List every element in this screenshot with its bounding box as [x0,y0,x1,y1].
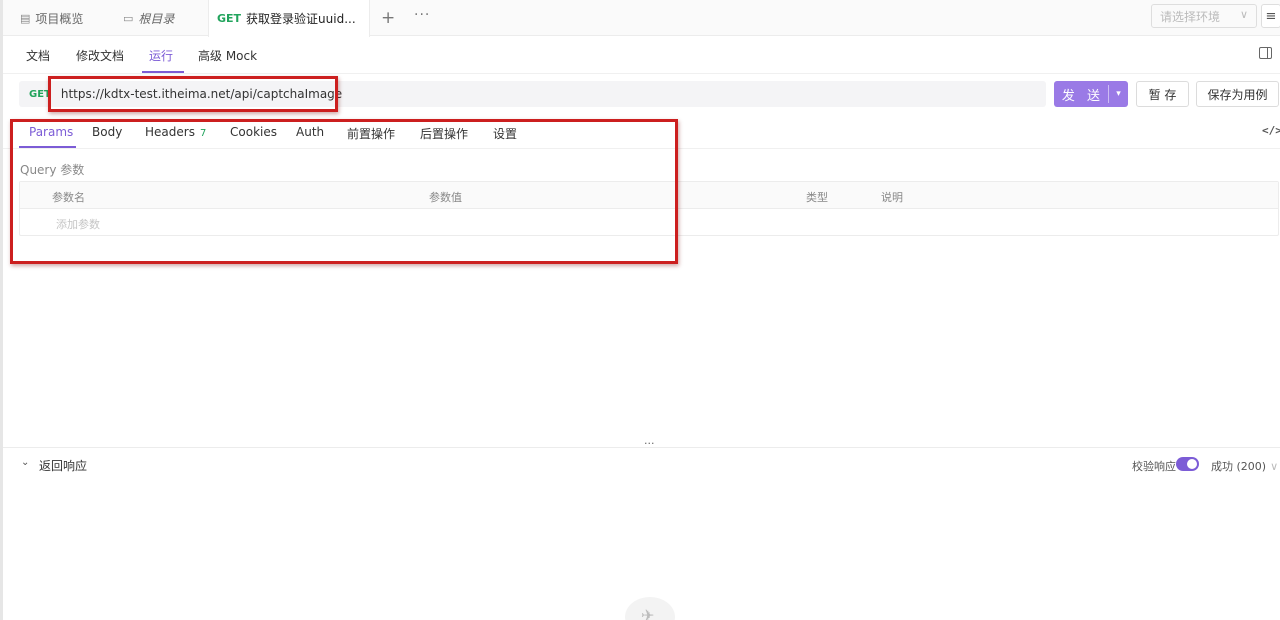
panel-layout-icon[interactable] [1259,47,1272,59]
verify-response-label: 校验响应 [1132,460,1176,473]
save-temp-button[interactable]: 暂 存 [1136,81,1189,107]
subnav-edit-docs[interactable]: 修改文档 [76,47,124,64]
environment-select[interactable]: 请选择环境 ∨ [1151,4,1257,28]
response-title[interactable]: 返回响应 [39,457,87,474]
menu-icon[interactable]: ≡ [1261,4,1280,28]
column-type: 类型 [806,191,828,204]
panel-splitter[interactable] [3,447,1280,448]
chevron-down-icon: ∨ [1239,8,1248,21]
verify-response-toggle[interactable] [1176,457,1199,471]
more-tabs-button[interactable]: ··· [414,7,430,23]
send-label: 发 送 [1061,88,1105,104]
tab-label: 项目概览 [35,11,84,26]
environment-placeholder: 请选择环境 [1160,9,1221,24]
drag-handle-icon[interactable]: ··· [644,437,655,450]
add-tab-button[interactable]: + [381,8,395,28]
annotation-box-url [48,76,338,112]
active-tab-indicator [142,71,184,73]
api-tool-app: ▤ 项目概览 ▭ 根目录 GET 获取登录验证uuid... + ··· 请选择… [0,0,1280,620]
code-icon[interactable]: </> [1262,124,1280,137]
annotation-box-params [10,119,678,264]
send-button[interactable]: 发 送 ▾ [1054,81,1128,107]
chevron-down-icon[interactable]: ▾ [1109,89,1128,99]
save-as-case-button[interactable]: 保存为用例 [1196,81,1279,107]
tab-label: 根目录 [138,11,175,26]
folder-icon: ▭ [123,11,134,25]
subnav-advanced-mock[interactable]: 高级 Mock [198,47,257,64]
subnav-run[interactable]: 运行 [149,47,173,64]
column-description: 说明 [881,191,903,204]
empty-state-rocket-icon: ✈ [625,597,675,620]
tab-title: 获取登录验证uuid... [246,12,356,26]
top-tab-bar: ▤ 项目概览 ▭ 根目录 GET 获取登录验证uuid... + ··· 请选择… [3,0,1280,37]
tab-active-request[interactable]: GET 获取登录验证uuid... [208,0,370,37]
tab-root-folder[interactable]: ▭ 根目录 [123,0,174,36]
response-status-select[interactable]: 成功 (200) ∨ [1211,458,1278,474]
subnav-docs[interactable]: 文档 [26,47,50,64]
chevron-down-icon: ∨ [1270,460,1279,473]
layout-icon: ▤ [20,11,31,25]
status-select-value: 成功 (200) [1211,460,1267,473]
chevron-down-icon[interactable]: ⌄ [21,457,29,468]
sub-nav: 文档 修改文档 运行 高级 Mock [3,36,1280,74]
method-badge: GET [217,12,242,25]
tab-project-overview[interactable]: ▤ 项目概览 [20,0,83,36]
